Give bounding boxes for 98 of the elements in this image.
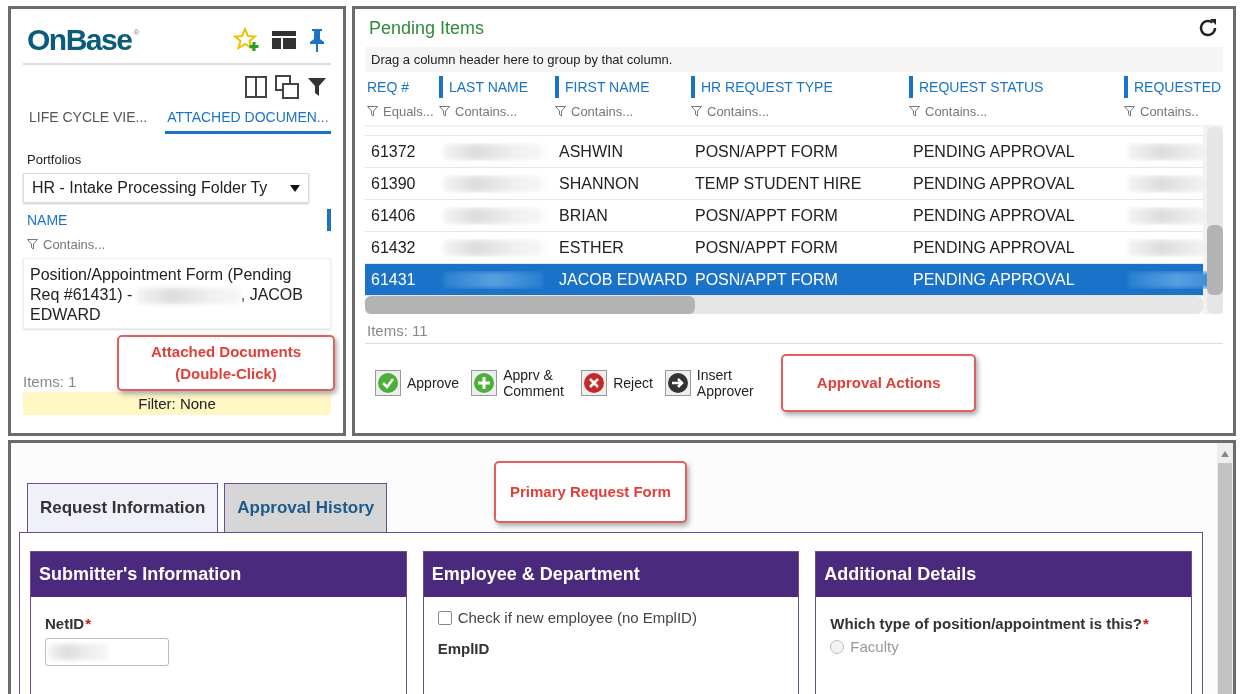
filter-icon [909, 106, 920, 117]
field-label: EmplID [437, 640, 490, 657]
column-header[interactable]: LAST NAME [449, 79, 529, 95]
column-header[interactable]: FIRST NAME [565, 79, 650, 95]
refresh-icon[interactable] [1197, 17, 1219, 39]
filter-field[interactable]: Contains... [689, 100, 772, 123]
table-cell-text: SHANNON [558, 174, 640, 193]
filter-icon [367, 106, 378, 117]
table-cell-text: PENDING APPROVAL [912, 142, 1076, 161]
column-header[interactable]: REQ # [367, 79, 409, 95]
table-cell-text: BRIAN [558, 206, 609, 225]
filter-icon [1124, 106, 1135, 117]
column-resize-handle[interactable] [439, 76, 443, 98]
arrow-icon [664, 369, 691, 396]
column-header[interactable]: REQUESTED [1134, 79, 1222, 95]
column-resize-handle[interactable] [327, 209, 331, 231]
table-cell-text: POSN/APPT FORM [694, 142, 839, 161]
filter-field[interactable]: Contains... [23, 231, 110, 258]
group-by-area: Drag a column header here to group by that column. [365, 47, 1223, 72]
required-mark: * [1143, 615, 1149, 632]
registered-mark: ® [133, 29, 140, 37]
table-cell-text: ASHWIN [558, 142, 624, 161]
column-header[interactable]: REQUEST STATUS [919, 79, 1044, 95]
column-resize-handle[interactable] [909, 76, 913, 98]
horizontal-scrollbar[interactable] [365, 296, 1203, 314]
column-resize-handle[interactable] [691, 76, 695, 98]
filter-field[interactable]: Contains... [907, 100, 990, 123]
filter-icon[interactable] [307, 77, 327, 97]
table-cell-text: 61372 [370, 142, 417, 161]
tab[interactable]: Request Information [27, 483, 219, 532]
table-cell-text: JACOB EDWARD [558, 270, 689, 289]
table-cell-text: PENDING APPROVAL [912, 206, 1076, 225]
input-field[interactable] [45, 638, 169, 666]
table-cell-text: POSN/APPT FORM [694, 238, 839, 257]
callout: Approval Actions [780, 354, 977, 412]
question-label: Which type of position/appointment is this? [830, 615, 1142, 632]
column-resize-handle[interactable] [1124, 76, 1128, 98]
table-cell-text: TEMP STUDENT HIRE [694, 174, 863, 193]
action-button[interactable]: Approve [375, 369, 460, 396]
portfolio-dropdown[interactable]: HR - Intake Processing Folder Ty [23, 173, 309, 203]
filter-status: Filter: None [23, 392, 331, 415]
table-cell-text: PENDING APPROVAL [912, 174, 1076, 193]
table-cell-text: 61432 [370, 238, 417, 257]
action-button[interactable]: Insert Approver [664, 366, 763, 399]
check-icon [375, 369, 401, 396]
item-count: Items: 11 [365, 314, 1223, 344]
field-label: NetID [45, 615, 85, 632]
item-count: Items: 1 [23, 372, 77, 392]
radio-label: Faculty [850, 638, 899, 655]
windows-icon[interactable] [275, 75, 299, 99]
table-cell-text: POSN/APPT FORM [694, 270, 839, 289]
vertical-scrollbar[interactable] [1217, 443, 1233, 694]
tab[interactable]: ATTACHED DOCUMEN... [165, 105, 331, 134]
column-resize-handle[interactable] [555, 76, 559, 98]
required-mark: * [85, 615, 91, 632]
action-button[interactable]: Reject [581, 369, 653, 396]
callout: Primary Request Form [494, 461, 687, 523]
section-header: Submitter's Information [31, 552, 406, 597]
filter-icon [691, 106, 702, 117]
filter-icon [27, 239, 38, 250]
filter-icon [439, 106, 450, 117]
field-label: Portfolios [27, 152, 83, 167]
tab[interactable]: LIFE CYCLE VIE... [27, 105, 150, 134]
table-cell-text: PENDING APPROVAL [912, 238, 1076, 257]
filter-field[interactable]: Equals... [365, 100, 436, 123]
up-arrow-icon[interactable] [1221, 451, 1229, 457]
close-icon [581, 369, 608, 396]
filter-icon [555, 106, 566, 117]
table-cell-text: 61390 [370, 174, 417, 193]
tab[interactable]: Approval History [224, 483, 388, 532]
caret-icon [290, 184, 300, 192]
table-cell-text: ESTHER [558, 238, 625, 257]
logo: OnBase [27, 23, 132, 57]
document-list-item[interactable]: Position/Appointment Form (Pending Req #61431) - , JACOB EDWARD [23, 258, 331, 329]
pin-icon[interactable] [307, 27, 327, 53]
panel-title: Pending Items [369, 17, 485, 39]
filter-field[interactable]: Contains... [437, 100, 520, 123]
split-view-icon[interactable] [245, 76, 267, 98]
plus-icon [471, 369, 498, 396]
table-cell-text: PENDING APPROVAL [912, 270, 1076, 289]
vertical-scrollbar[interactable] [1207, 127, 1223, 314]
callout: Attached Documents (Double-Click) [117, 335, 335, 391]
action-button[interactable]: Apprv & Comment [471, 366, 570, 399]
layout-icon[interactable] [271, 30, 297, 50]
checkbox[interactable] [437, 610, 452, 625]
section-header: Employee & Department [423, 552, 799, 597]
star-plus-icon[interactable] [233, 27, 261, 53]
checkbox-label: Check if new employee (no EmplID) [457, 609, 697, 626]
column-header[interactable]: HR REQUEST TYPE [701, 79, 833, 95]
table-cell-text: 61406 [370, 206, 417, 225]
section-header: Additional Details [816, 552, 1191, 597]
redacted-text [48, 644, 108, 660]
filter-field[interactable]: Contains.. [1122, 100, 1201, 123]
table-cell-text: 61431 [370, 270, 417, 289]
filter-field[interactable]: Contains... [553, 100, 636, 123]
radio-button[interactable] [830, 639, 845, 654]
table-cell-text: POSN/APPT FORM [694, 206, 839, 225]
column-header[interactable]: NAME [27, 212, 68, 228]
